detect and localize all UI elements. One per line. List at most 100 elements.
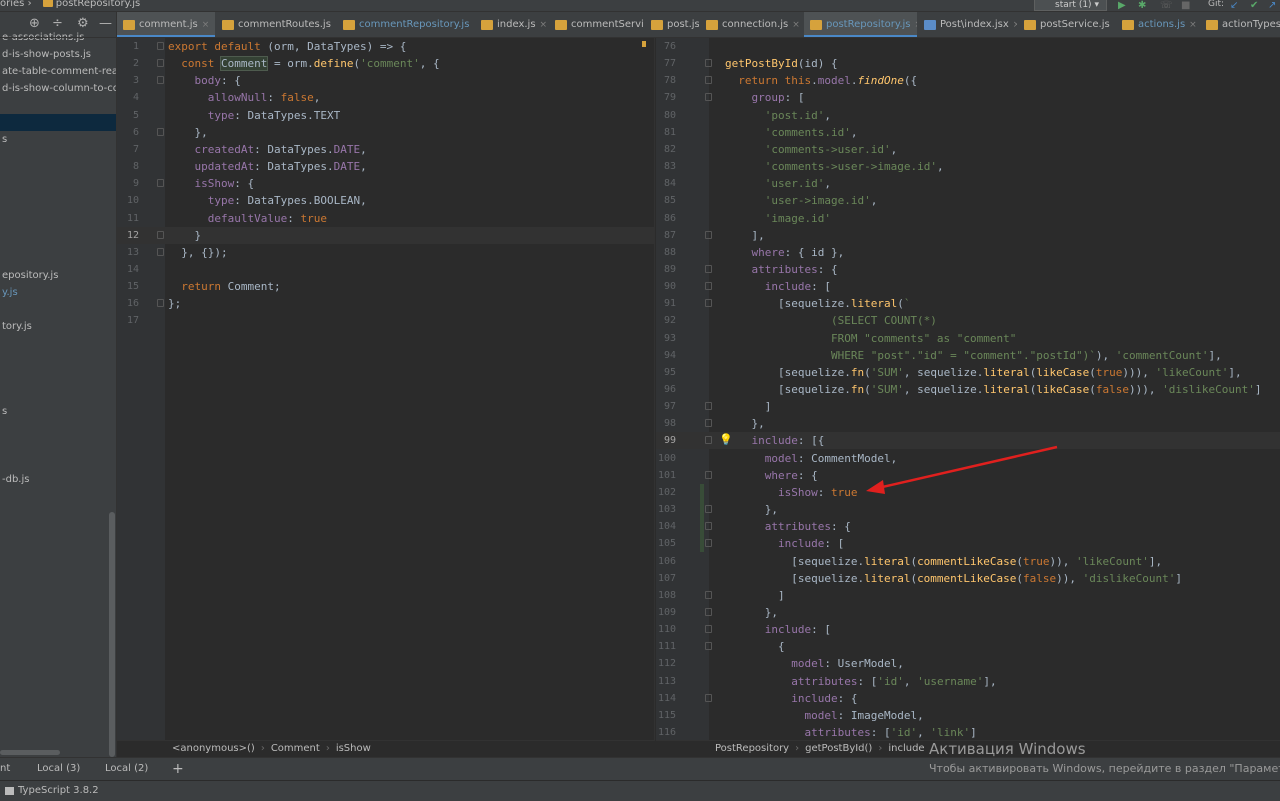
code-line[interactable]: 94 WHERE "post"."id" = "comment"."postId… xyxy=(656,347,1280,364)
fold-marker-icon[interactable] xyxy=(157,230,164,239)
code-line[interactable]: 116 attributes: ['id', 'link'] xyxy=(656,724,1280,740)
code-line[interactable]: 77 getPostById(id) { xyxy=(656,55,1280,72)
line-number[interactable]: 116 xyxy=(656,724,676,740)
code-line[interactable]: 89 attributes: { xyxy=(656,261,1280,278)
line-number[interactable]: 95 xyxy=(656,364,676,381)
code-line[interactable]: 12 } xyxy=(117,226,654,244)
line-number[interactable]: 14 xyxy=(117,261,139,278)
line-number[interactable]: 105 xyxy=(656,535,676,552)
code-line[interactable]: 113 attributes: ['id', 'username'], xyxy=(656,673,1280,690)
code-line[interactable]: 84 'user.id', xyxy=(656,175,1280,192)
tree-item[interactable] xyxy=(0,148,116,165)
tab-commentservic[interactable]: commentServic xyxy=(549,12,644,37)
tree-item[interactable] xyxy=(0,369,116,386)
stop-icon[interactable]: ■ xyxy=(1181,0,1190,11)
editor-postrepository-js[interactable]: 76 77 getPostById(id) {78 return this.mode… xyxy=(656,38,1280,740)
line-number[interactable]: 100 xyxy=(656,450,676,467)
code-line[interactable]: 108 ] xyxy=(656,587,1280,604)
code-line[interactable]: 15 return Comment; xyxy=(117,278,654,295)
code-line[interactable]: 5 type: DataTypes.TEXT xyxy=(117,107,654,124)
line-number[interactable]: 99 xyxy=(656,432,676,449)
terminal-tab[interactable]: Local (3) xyxy=(37,758,80,780)
line-number[interactable]: 97 xyxy=(656,398,676,415)
git-push-icon[interactable]: ↗ xyxy=(1268,0,1276,11)
code-line[interactable]: 76 xyxy=(656,38,1280,55)
code-line[interactable]: 10 type: DataTypes.BOOLEAN, xyxy=(117,192,654,209)
line-number[interactable]: 91 xyxy=(656,295,676,312)
fold-marker-icon[interactable] xyxy=(705,264,712,273)
tree-item[interactable]: s xyxy=(0,403,116,420)
close-icon[interactable]: × xyxy=(792,20,800,30)
fold-marker-icon[interactable] xyxy=(705,230,712,239)
tree-item[interactable] xyxy=(0,352,116,369)
code-line[interactable]: 91 [sequelize.literal(` xyxy=(656,295,1280,312)
tree-item[interactable] xyxy=(0,386,116,403)
fold-marker-icon[interactable] xyxy=(705,642,712,651)
code-line[interactable]: 115 model: ImageModel, xyxy=(656,707,1280,724)
tree-item[interactable] xyxy=(0,216,116,233)
fold-marker-icon[interactable] xyxy=(705,625,712,634)
close-icon[interactable]: × xyxy=(1189,20,1197,30)
hide-icon[interactable]: — xyxy=(99,16,112,31)
editor-breadcrumb-item[interactable]: Comment xyxy=(271,743,320,754)
line-number[interactable]: 4 xyxy=(117,89,139,106)
git-commit-icon[interactable]: ✔ xyxy=(1250,0,1258,11)
code-line[interactable]: 82 'comments->user.id', xyxy=(656,141,1280,158)
code-line[interactable]: 97 ] xyxy=(656,398,1280,415)
git-update-icon[interactable]: ↙ xyxy=(1230,0,1238,11)
collapse-all-icon[interactable]: ÷ xyxy=(52,16,63,31)
tree-item[interactable] xyxy=(0,233,116,250)
fold-marker-icon[interactable] xyxy=(157,59,164,68)
tab-actiontypes-js[interactable]: actionTypes.js xyxy=(1200,12,1280,37)
tree-item[interactable] xyxy=(0,301,116,318)
gear-icon[interactable]: ⚙ xyxy=(77,16,89,31)
close-icon[interactable]: × xyxy=(540,20,548,30)
tree-item[interactable] xyxy=(0,437,116,454)
line-number[interactable]: 85 xyxy=(656,192,676,209)
tree-item[interactable] xyxy=(0,454,116,471)
code-line[interactable]: 105 include: [ xyxy=(656,535,1280,552)
close-icon[interactable]: × xyxy=(915,20,917,30)
fold-marker-icon[interactable] xyxy=(705,299,712,308)
line-number[interactable]: 115 xyxy=(656,707,676,724)
tree-item[interactable]: ate-table-comment-reactio xyxy=(0,63,116,80)
line-number[interactable]: 106 xyxy=(656,553,676,570)
line-number[interactable]: 101 xyxy=(656,467,676,484)
line-number[interactable]: 78 xyxy=(656,72,676,89)
close-icon[interactable]: × xyxy=(202,20,210,30)
line-number[interactable]: 84 xyxy=(656,175,676,192)
code-line[interactable]: 79 group: [ xyxy=(656,89,1280,106)
code-line[interactable]: 4 allowNull: false, xyxy=(117,89,654,106)
code-line[interactable]: 112 model: UserModel, xyxy=(656,655,1280,672)
code-line[interactable]: 90 include: [ xyxy=(656,278,1280,295)
close-icon[interactable]: × xyxy=(1114,20,1115,30)
line-number[interactable]: 77 xyxy=(656,55,676,72)
fold-marker-icon[interactable] xyxy=(157,179,164,188)
code-line[interactable]: 14 xyxy=(117,261,654,278)
line-number[interactable]: 76 xyxy=(656,38,676,55)
fold-marker-icon[interactable] xyxy=(705,693,712,702)
tree-scrollbar[interactable] xyxy=(109,512,115,757)
code-line[interactable]: 87 ], xyxy=(656,227,1280,244)
code-line[interactable]: 81 'comments.id', xyxy=(656,124,1280,141)
line-number[interactable]: 2 xyxy=(117,55,139,72)
code-line[interactable]: 110 include: [ xyxy=(656,621,1280,638)
tab-actions-js[interactable]: actions.js × xyxy=(1116,12,1199,37)
code-line[interactable]: 83 'comments->user->image.id', xyxy=(656,158,1280,175)
line-number[interactable]: 113 xyxy=(656,673,676,690)
tree-item[interactable]: -db.js xyxy=(0,471,116,488)
line-number[interactable]: 3 xyxy=(117,72,139,89)
code-line[interactable]: 101 where: { xyxy=(656,467,1280,484)
tab-commentrepository-js[interactable]: commentRepository.js× xyxy=(337,12,474,37)
tree-item[interactable]: s xyxy=(0,131,116,148)
line-number[interactable]: 80 xyxy=(656,107,676,124)
line-number[interactable]: 17 xyxy=(117,312,139,329)
fold-marker-icon[interactable] xyxy=(705,607,712,616)
code-line[interactable]: 2 const Comment = orm.define('comment', … xyxy=(117,55,654,72)
code-line[interactable]: 85 'user->image.id', xyxy=(656,192,1280,209)
editor-breadcrumb-item[interactable]: include xyxy=(888,743,924,754)
line-number[interactable]: 13 xyxy=(117,244,139,261)
tree-item[interactable] xyxy=(0,420,116,437)
line-number[interactable]: 103 xyxy=(656,501,676,518)
code-line[interactable]: 9 isShow: { xyxy=(117,175,654,192)
